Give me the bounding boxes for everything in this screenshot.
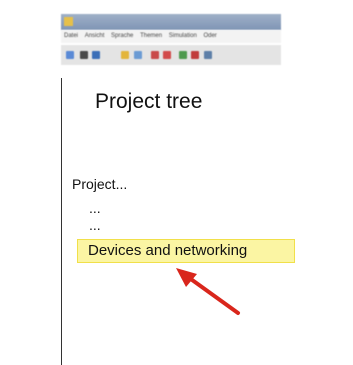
tree-item-devices-and-networking[interactable]: Devices and networking xyxy=(77,239,295,263)
tree-item-label: Devices and networking xyxy=(88,242,248,259)
menu-item-datei[interactable]: Datei xyxy=(64,33,78,39)
print-icon[interactable] xyxy=(92,51,100,59)
menu-item-themen[interactable]: Themen xyxy=(140,33,162,39)
open-icon[interactable] xyxy=(66,51,74,59)
delete-icon[interactable] xyxy=(163,51,171,59)
menu-item-ansicht[interactable]: Ansicht xyxy=(85,33,105,39)
tree-item-placeholder[interactable]: ... xyxy=(89,217,101,233)
network-icon[interactable] xyxy=(134,51,142,59)
save-icon[interactable] xyxy=(80,51,88,59)
toolbar xyxy=(61,45,281,65)
menu-bar: Datei Ansicht Sprache Themen Simulation … xyxy=(61,30,281,43)
window-titlebar xyxy=(61,14,281,30)
folder-icon[interactable] xyxy=(121,51,129,59)
panel-left-border xyxy=(61,78,62,365)
panel-title: Project tree xyxy=(95,90,203,113)
cut-icon[interactable] xyxy=(151,51,159,59)
tree-item-placeholder[interactable]: ... xyxy=(89,200,101,216)
tree-item-project[interactable]: Project... xyxy=(72,176,127,192)
download-icon[interactable] xyxy=(179,51,187,59)
menu-item-sprache[interactable]: Sprache xyxy=(111,33,133,39)
menu-item-oder[interactable]: Oder xyxy=(203,33,216,39)
app-icon xyxy=(64,17,73,26)
menu-item-simulation[interactable]: Simulation xyxy=(169,33,197,39)
settings-icon[interactable] xyxy=(204,51,212,59)
upload-icon[interactable] xyxy=(191,51,199,59)
